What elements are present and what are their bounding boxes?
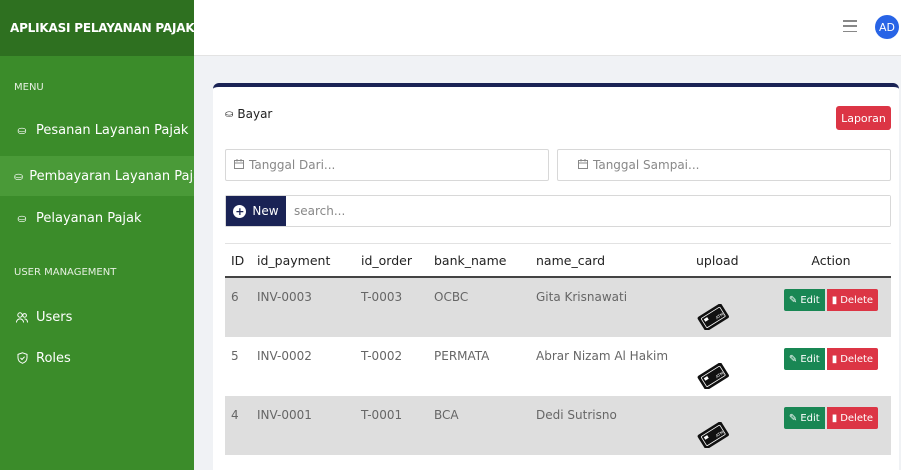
atm-card-image[interactable]: ATM [696,337,730,396]
laporan-button[interactable]: Laporan [836,106,891,130]
cell-id: 5 [231,349,239,363]
coins-icon: ⛀ [17,123,27,137]
cell-id-order: T-0003 [361,290,403,304]
delete-button[interactable]: ▮ Delete [826,407,879,429]
cell-id-order: T-0001 [361,408,403,422]
header-name-card[interactable]: name_card [536,244,605,276]
edit-label: Edit [800,353,820,365]
sidebar-item-label: Users [36,309,73,325]
edit-label: Edit [800,412,820,424]
hamburger-menu-icon[interactable] [843,20,857,32]
card-title: ⛀ Bayar [225,107,272,121]
delete-label: Delete [840,353,874,365]
users-icon [14,311,30,323]
calendar-icon [578,158,588,172]
cell-id-payment: INV-0001 [257,408,312,422]
cell-id-payment: INV-0003 [257,290,312,304]
cell-bank-name: BCA [434,408,459,422]
cell-id-payment: INV-0002 [257,349,312,363]
table-row: 5 INV-0002 T-0002 PERMATA Abrar Nizam Al… [225,337,891,396]
shield-icon [14,352,30,364]
cell-id-order: T-0002 [361,349,403,363]
plus-circle-icon: + [233,204,247,218]
cell-bank-name: PERMATA [434,349,490,363]
sidebar-item-roles[interactable]: Roles [0,338,194,378]
cell-name-card: Dedi Sutrisno [536,408,617,422]
atm-card-image[interactable]: ATM [696,278,730,337]
date-to-placeholder: Tanggal Sampai... [593,158,700,172]
trash-icon: ▮ [831,353,838,365]
action-buttons: ✎ Edit ▮ Delete [771,396,891,455]
delete-label: Delete [840,294,874,306]
cell-bank-name: OCBC [434,290,469,304]
cell-id: 6 [231,290,239,304]
edit-button[interactable]: ✎ Edit [783,407,825,429]
avatar[interactable]: AD [875,15,899,39]
pencil-icon: ✎ [788,353,798,365]
cell-name-card: Abrar Nizam Al Hakim [536,349,669,363]
date-from-field[interactable]: Tanggal Dari... [225,149,549,181]
edit-button[interactable]: ✎ Edit [783,289,825,311]
sidebar-item-label: Pelayanan Pajak [36,210,142,226]
date-from-placeholder: Tanggal Dari... [249,158,336,172]
trash-icon: ▮ [831,294,838,306]
delete-button[interactable]: ▮ Delete [826,348,879,370]
coins-icon: ⛀ [17,211,27,225]
atm-card-icon: ATM [697,304,729,330]
app-brand[interactable]: APLIKASI PELAYANAN PAJAK ● [0,0,209,56]
sidebar: APLIKASI PELAYANAN PAJAK ● MENU ⛀ Pesana… [0,0,209,470]
calendar-icon [234,158,244,172]
sidebar-item-label: Roles [36,350,71,366]
header-id[interactable]: ID [231,244,244,276]
cell-id: 4 [231,408,239,422]
cell-name-card: Gita Krisnawati [536,290,628,304]
sidebar-item-label: Pembayaran Layanan Pajak [29,168,194,184]
search-toolbar: + New [225,195,891,227]
table-row: 4 INV-0001 T-0001 BCA Dedi Sutrisno ATM … [225,396,891,455]
trash-icon: ▮ [831,412,838,424]
pencil-icon: ✎ [788,294,798,306]
coins-icon: ⛀ [225,108,234,120]
sidebar-item-pelayanan[interactable]: ⛀ Pelayanan Pajak [0,198,194,238]
new-button[interactable]: + New [226,196,286,226]
atm-card-icon: ATM [697,422,729,448]
payment-card: ⛀ Bayar Laporan Tanggal Dari... Tanggal … [213,83,899,470]
sidebar-item-pembayaran[interactable]: ⛀ Pembayaran Layanan Pajak [0,156,194,196]
atm-card-image[interactable]: ATM [696,396,730,455]
edit-label: Edit [800,294,820,306]
header-bank-name[interactable]: bank_name [434,244,506,276]
header-id-payment[interactable]: id_payment [257,244,330,276]
table-header: ID id_payment id_order bank_name name_ca… [225,243,891,278]
top-navbar: AD [194,0,901,56]
delete-button[interactable]: ▮ Delete [826,289,879,311]
payment-table: ID id_payment id_order bank_name name_ca… [225,243,891,455]
new-button-label: New [252,204,279,218]
header-upload[interactable]: upload [696,244,739,276]
edit-button[interactable]: ✎ Edit [783,348,825,370]
card-title-text: Bayar [237,107,273,121]
coins-icon: ⛀ [14,169,24,183]
atm-card-icon: ATM [697,363,729,389]
table-row: 6 INV-0003 T-0003 OCBC Gita Krisnawati A… [225,278,891,337]
pencil-icon: ✎ [788,412,798,424]
sidebar-item-label: Pesanan Layanan Pajak [36,122,189,138]
action-buttons: ✎ Edit ▮ Delete [771,337,891,396]
delete-label: Delete [840,412,874,424]
menu-section-label: MENU [14,82,44,93]
app-title: APLIKASI PELAYANAN PAJAK [10,21,195,35]
date-to-field[interactable]: Tanggal Sampai... [557,149,891,181]
search-input[interactable] [286,196,890,226]
sidebar-item-users[interactable]: Users [0,297,194,337]
header-id-order[interactable]: id_order [361,244,412,276]
sidebar-item-pesanan[interactable]: ⛀ Pesanan Layanan Pajak [0,110,194,150]
header-action: Action [811,252,851,268]
user-management-section-label: USER MANAGEMENT [14,267,117,278]
action-buttons: ✎ Edit ▮ Delete [771,278,891,337]
